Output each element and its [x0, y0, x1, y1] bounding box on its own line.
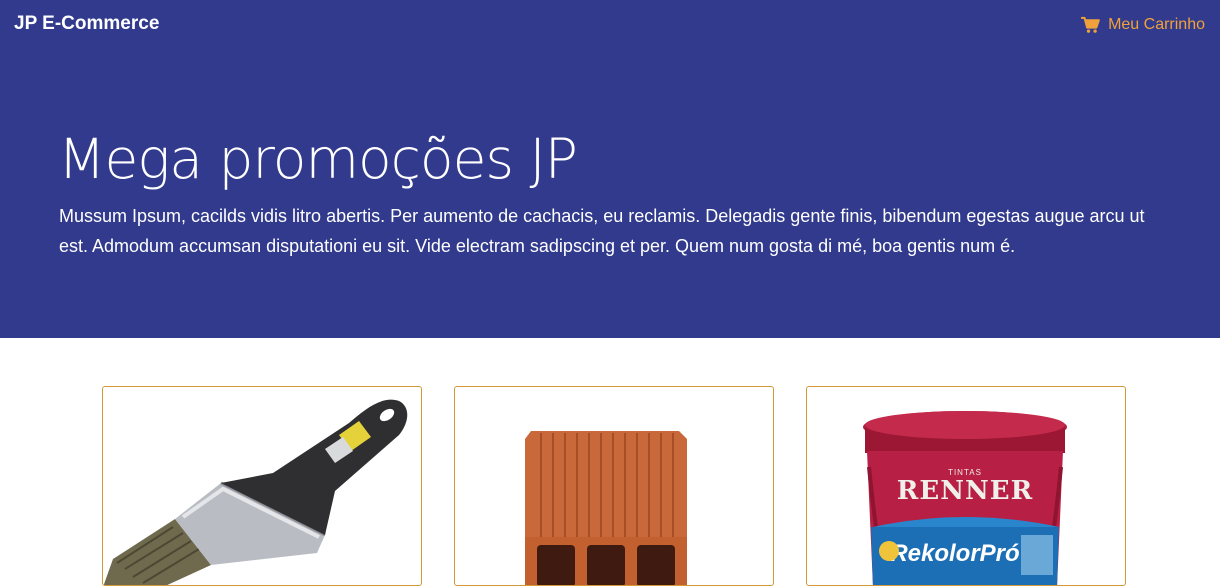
- cart-link[interactable]: Meu Carrinho: [1081, 16, 1205, 34]
- product-grid: RENNER TINTAS RekolorPró: [0, 338, 1220, 586]
- shopping-cart-icon: [1081, 16, 1100, 34]
- hero-description: Mussum Ipsum, cacilds vidis litro aberti…: [59, 206, 1145, 256]
- paint-brush-image: [103, 399, 408, 585]
- paint-brand-logo: RENNER: [897, 476, 1033, 506]
- brand-link[interactable]: JP E-Commerce: [14, 13, 159, 35]
- cart-label: Meu Carrinho: [1108, 16, 1205, 33]
- hero-section: JP E-Commerce Meu Carrinho Mega promoçõe…: [0, 0, 1220, 338]
- brick-image: [525, 431, 687, 585]
- svg-text:TINTAS: TINTAS: [948, 468, 982, 477]
- product-card-paint[interactable]: RENNER TINTAS RekolorPró: [806, 386, 1126, 586]
- hero-title: Mega promoções JP: [58, 127, 578, 191]
- product-card-brush[interactable]: [102, 386, 422, 586]
- paint-bucket-image: RENNER TINTAS RekolorPró: [863, 411, 1067, 585]
- product-card-brick[interactable]: [454, 386, 774, 586]
